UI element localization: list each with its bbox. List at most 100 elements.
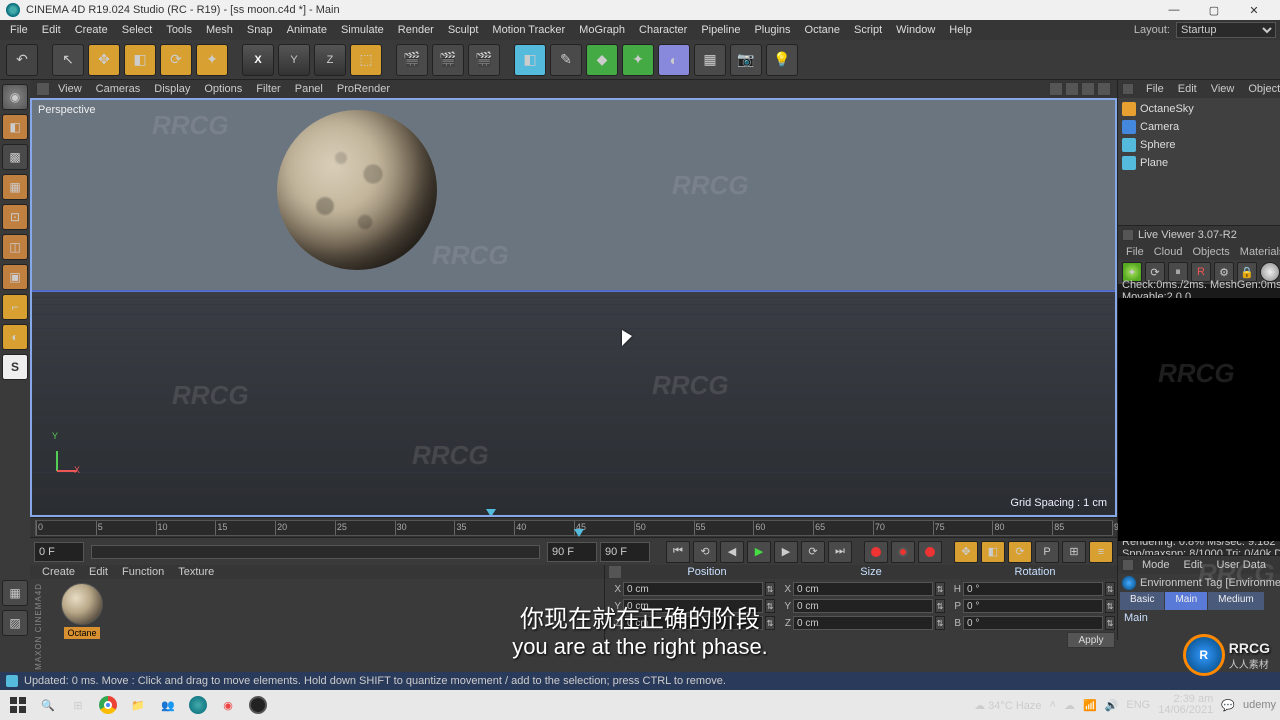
mat-menu-texture[interactable]: Texture <box>172 565 220 579</box>
menu-octane[interactable]: Octane <box>799 22 846 38</box>
lv-menu-materials[interactable]: Materials <box>1236 245 1280 259</box>
size-X[interactable] <box>793 582 933 596</box>
attr-tab-medium[interactable]: Medium <box>1208 592 1264 610</box>
polygon-mode[interactable]: ▣ <box>2 264 28 290</box>
render-picture[interactable]: 🎬 <box>468 44 500 76</box>
rot-Z[interactable] <box>963 616 1103 630</box>
obs-icon[interactable] <box>244 691 272 719</box>
obj-grip[interactable] <box>1122 83 1134 95</box>
range-slider[interactable] <box>91 545 540 559</box>
vp-grip[interactable] <box>36 82 50 96</box>
undo-button[interactable]: ↶ <box>6 44 38 76</box>
obj-menu-file[interactable]: File <box>1140 82 1170 96</box>
workplane-mode[interactable]: ▦ <box>2 174 28 200</box>
menu-create[interactable]: Create <box>69 22 114 38</box>
menu-pipeline[interactable]: Pipeline <box>695 22 746 38</box>
add-deformer[interactable]: ✦ <box>622 44 654 76</box>
make-editable[interactable]: ◉ <box>2 84 28 110</box>
step-back-key[interactable]: ⟲ <box>693 541 717 563</box>
step-fwd[interactable]: ▶ <box>774 541 798 563</box>
material-octane[interactable]: Octane <box>58 583 106 639</box>
menu-script[interactable]: Script <box>848 22 888 38</box>
teams-icon[interactable]: 👥 <box>154 691 182 719</box>
obj-body[interactable]: OctaneSkyCameraSpherePlane <box>1118 98 1280 225</box>
attr-menu-mode[interactable]: Mode <box>1136 558 1176 572</box>
rot-X[interactable] <box>963 582 1103 596</box>
model-mode[interactable]: ◧ <box>2 114 28 140</box>
scale-tool[interactable]: ◧ <box>124 44 156 76</box>
step-fwd-key[interactable]: ⟳ <box>801 541 825 563</box>
vp-menu-cameras[interactable]: Cameras <box>90 82 147 96</box>
close-button[interactable]: ✕ <box>1234 0 1274 20</box>
vp-nav-3[interactable] <box>1081 82 1095 96</box>
mat-menu-edit[interactable]: Edit <box>83 565 114 579</box>
key-rot[interactable]: ⟳ <box>1008 541 1032 563</box>
menu-mograph[interactable]: MoGraph <box>573 22 631 38</box>
lv-menu-objects[interactable]: Objects <box>1188 245 1233 259</box>
add-environment[interactable]: ◐ <box>658 44 690 76</box>
c4d-taskbar-icon[interactable] <box>184 691 212 719</box>
add-scene[interactable]: 💡 <box>766 44 798 76</box>
vp-menu-panel[interactable]: Panel <box>289 82 329 96</box>
obj-menu-edit[interactable]: Edit <box>1172 82 1203 96</box>
menu-tools[interactable]: Tools <box>160 22 198 38</box>
menu-file[interactable]: File <box>4 22 34 38</box>
vp-nav-1[interactable] <box>1049 82 1063 96</box>
minimize-button[interactable]: — <box>1154 0 1194 20</box>
pos-Y[interactable] <box>623 599 763 613</box>
explorer-icon[interactable]: 📁 <box>124 691 152 719</box>
play[interactable]: ▶ <box>747 541 771 563</box>
soft-selection[interactable]: ◐ <box>2 324 28 350</box>
vp-menu-prorender[interactable]: ProRender <box>331 82 396 96</box>
tray-date[interactable]: 14/06/2021 <box>1158 705 1213 716</box>
add-camera[interactable]: ▦ <box>694 44 726 76</box>
menu-sculpt[interactable]: Sculpt <box>442 22 485 38</box>
point-mode[interactable]: ⊡ <box>2 204 28 230</box>
tray-volume-icon[interactable]: 🔊 <box>1105 699 1119 712</box>
axis-z-toggle[interactable]: Z <box>314 44 346 76</box>
add-generator[interactable]: ◆ <box>586 44 618 76</box>
workplane-1[interactable]: ▦ <box>2 580 28 606</box>
rotate-tool[interactable]: ⟳ <box>160 44 192 76</box>
menu-animate[interactable]: Animate <box>281 22 333 38</box>
lv-render-view[interactable]: RRCG RRCG RRCG <box>1118 298 1280 541</box>
tray-notify-icon[interactable]: 💬 <box>1221 699 1235 712</box>
menu-simulate[interactable]: Simulate <box>335 22 390 38</box>
key-pla[interactable]: ⊞ <box>1062 541 1086 563</box>
axis-y-toggle[interactable]: Y <box>278 44 310 76</box>
menu-help[interactable]: Help <box>943 22 978 38</box>
attr-tab-main[interactable]: Main <box>1165 592 1207 610</box>
size-Y[interactable] <box>793 599 933 613</box>
lv-menu-file[interactable]: File <box>1122 245 1148 259</box>
tray-cloud-icon[interactable]: ☁ <box>1064 699 1075 712</box>
tray-chevron[interactable]: ˄ <box>1050 699 1056 711</box>
timeline-ruler[interactable]: 051015202530354045505560657075808590 <box>35 520 1113 536</box>
frame-start[interactable] <box>34 542 84 562</box>
axis-x-toggle[interactable]: X <box>242 44 274 76</box>
render-settings[interactable]: 🎬 <box>432 44 464 76</box>
menu-window[interactable]: Window <box>890 22 941 38</box>
add-light[interactable]: 📷 <box>730 44 762 76</box>
obj-row-plane[interactable]: Plane <box>1120 154 1280 172</box>
menu-snap[interactable]: Snap <box>241 22 279 38</box>
recent-tool[interactable]: ✦ <box>196 44 228 76</box>
menu-edit[interactable]: Edit <box>36 22 67 38</box>
keyframe-sel[interactable] <box>918 541 942 563</box>
step-back[interactable]: ◀ <box>720 541 744 563</box>
move-tool[interactable]: ✥ <box>88 44 120 76</box>
maximize-button[interactable]: ▢ <box>1194 0 1234 20</box>
layout-select[interactable]: Startup <box>1176 22 1276 38</box>
menu-mesh[interactable]: Mesh <box>200 22 239 38</box>
attr-tab-basic[interactable]: Basic <box>1120 592 1164 610</box>
vp-menu-options[interactable]: Options <box>198 82 248 96</box>
attr-menu-userdata[interactable]: User Data <box>1211 558 1273 572</box>
chrome-icon[interactable] <box>94 691 122 719</box>
menu-motion-tracker[interactable]: Motion Tracker <box>486 22 571 38</box>
obj-row-sphere[interactable]: Sphere <box>1120 136 1280 154</box>
texture-mode[interactable]: ▩ <box>2 144 28 170</box>
goto-start[interactable]: ⏮ <box>666 541 690 563</box>
timeline[interactable]: 051015202530354045505560657075808590 <box>30 517 1117 537</box>
menu-select[interactable]: Select <box>116 22 159 38</box>
attr-grip[interactable] <box>1122 559 1134 571</box>
coord-grip[interactable] <box>609 566 621 578</box>
